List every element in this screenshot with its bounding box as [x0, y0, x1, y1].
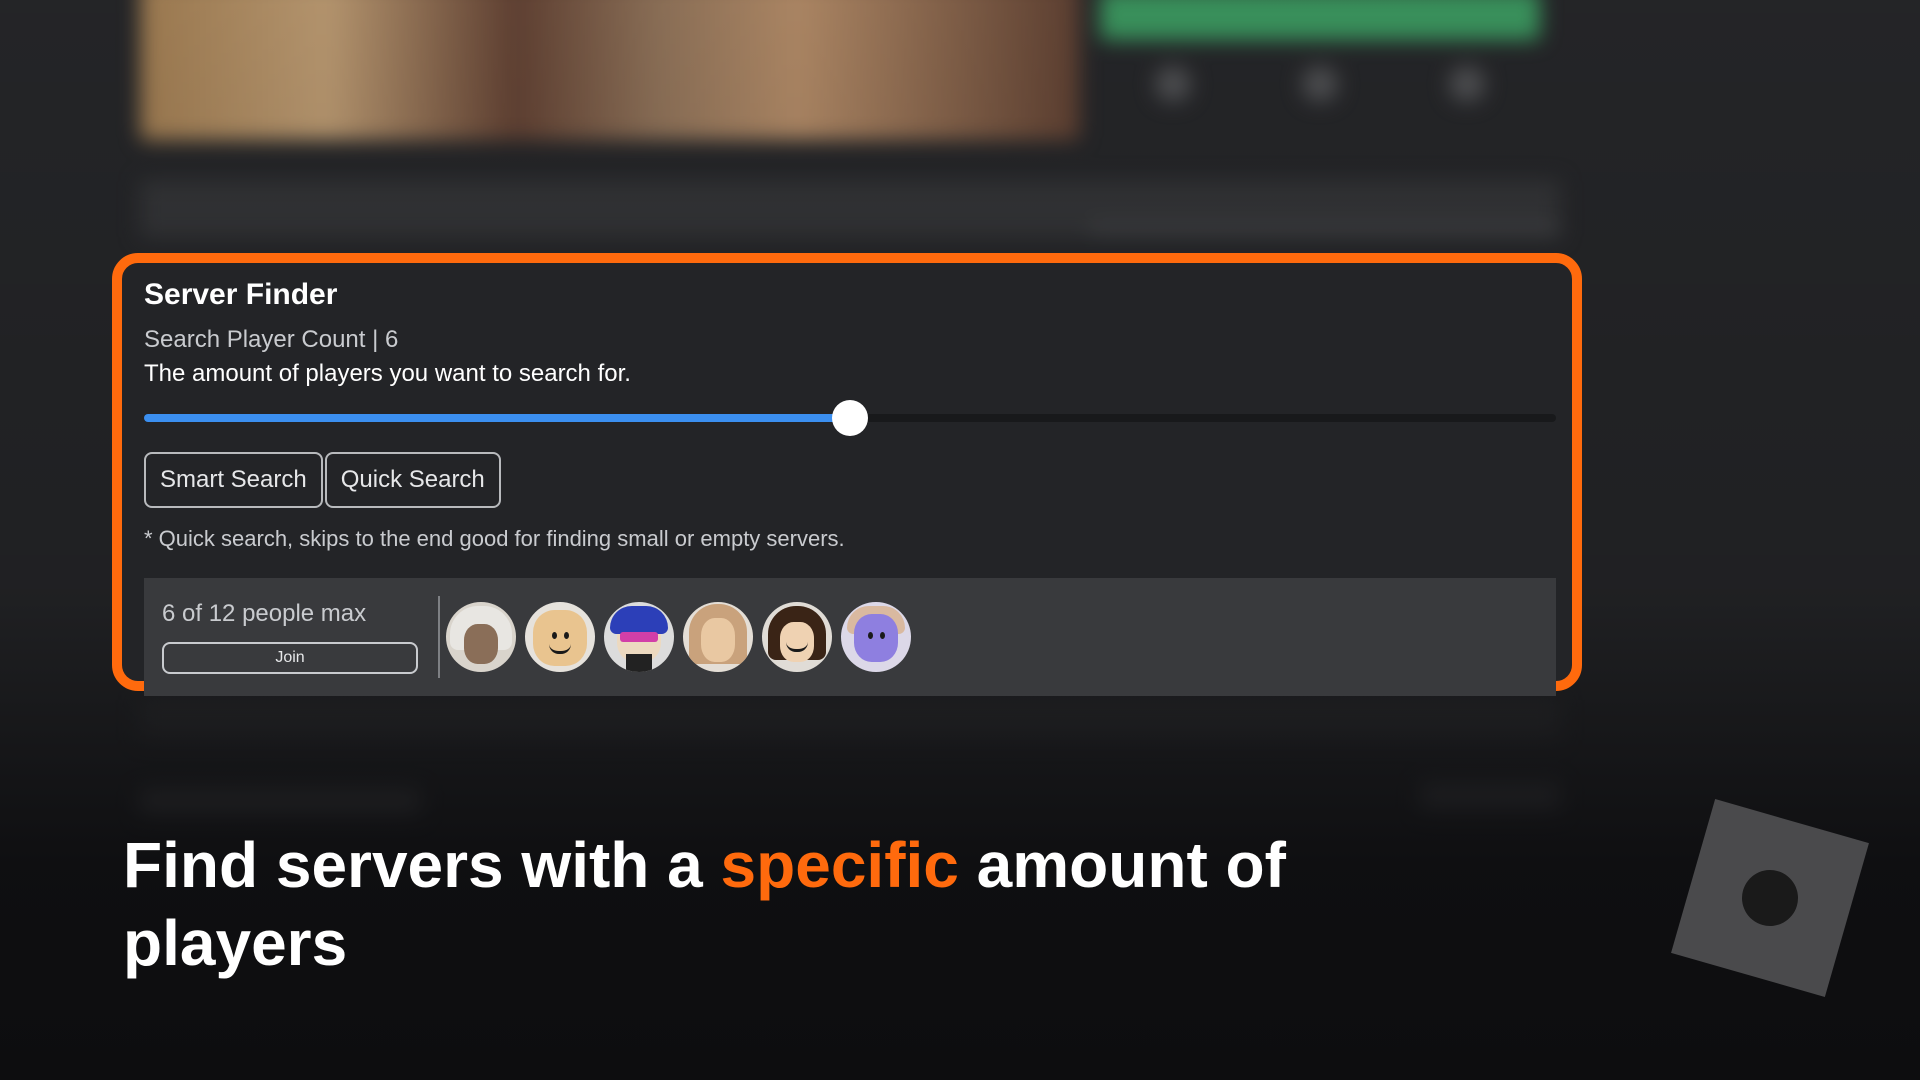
server-finder-panel: Server Finder Search Player Count | 6 Th…	[144, 270, 1556, 696]
player-count-slider[interactable]	[144, 400, 1556, 436]
player-avatar-icon[interactable]	[683, 602, 753, 672]
caption-highlight: specific	[720, 829, 959, 901]
server-info: 6 of 12 people max Join	[144, 600, 434, 674]
quick-search-note: * Quick search, skips to the end good fo…	[144, 526, 845, 551]
promo-caption: Find servers with a specific amount of p…	[123, 826, 1443, 982]
smart-search-button[interactable]: Smart Search	[144, 452, 323, 508]
slider-fill	[144, 414, 850, 422]
join-button[interactable]: Join	[162, 642, 418, 674]
server-player-count: 6 of 12 people max	[162, 600, 367, 627]
slider-thumb[interactable]	[832, 400, 868, 436]
search-buttons: Smart Search Quick Search	[144, 452, 1556, 508]
player-avatar-icon[interactable]	[525, 602, 595, 672]
quick-search-button[interactable]: Quick Search	[324, 452, 501, 508]
divider	[438, 596, 440, 678]
player-count-label: Search Player Count | 6	[144, 326, 399, 353]
player-count-description: The amount of players you want to search…	[144, 360, 631, 387]
player-avatar-icon[interactable]	[762, 602, 832, 672]
player-avatar-icon[interactable]	[841, 602, 911, 672]
server-result-card: 6 of 12 people max Join	[144, 578, 1556, 696]
player-avatars	[446, 602, 920, 672]
player-avatar-icon[interactable]	[604, 602, 674, 672]
panel-title: Server Finder	[144, 278, 338, 311]
player-avatar-icon[interactable]	[446, 602, 516, 672]
caption-part-1: Find servers with a	[123, 829, 721, 901]
